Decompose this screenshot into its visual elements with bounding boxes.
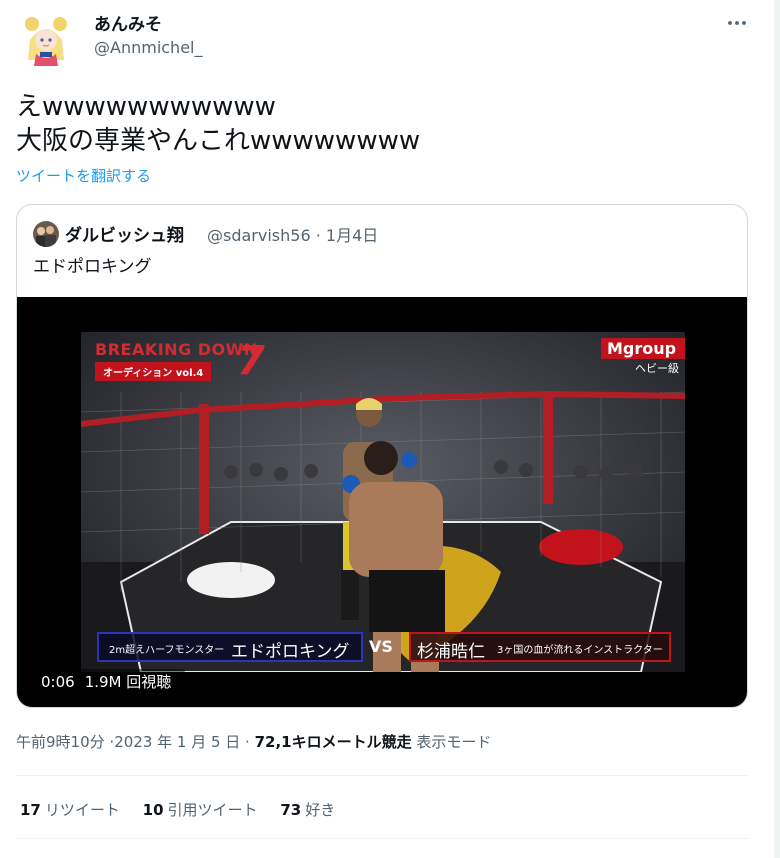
stat-label: リツイート: [44, 801, 120, 819]
avatar[interactable]: [20, 10, 72, 66]
tweet-time[interactable]: 午前9時10分: [16, 733, 105, 751]
meta-separator: ·: [315, 226, 321, 245]
fighter-left-name: エドポロキング: [231, 642, 350, 662]
stat-count: 73: [280, 801, 302, 819]
video-elapsed: 0:06: [41, 673, 75, 691]
stat-count: 17: [20, 801, 41, 819]
quoted-display-name[interactable]: ダルビッシュ翔: [65, 221, 184, 246]
video-frame[interactable]: BREAKING DOWN オーディション vol.4 7 Mgroup ヘビー…: [81, 332, 685, 672]
fight-cage-scene: [81, 332, 685, 672]
video-player[interactable]: BREAKING DOWN オーディション vol.4 7 Mgroup ヘビー…: [17, 297, 747, 707]
stat-count: 10: [142, 801, 164, 819]
quoted-date[interactable]: 1月4日: [326, 226, 378, 245]
like-count[interactable]: 73 好き: [280, 799, 335, 820]
fighter-left-desc: 2m超えハーフモンスター: [109, 645, 225, 656]
quote-tweet-count[interactable]: 10 引用ツイート: [143, 799, 258, 820]
tweet-line: 大阪の専業やんこれwwwwwwww: [16, 126, 421, 156]
author-display-name[interactable]: あんみそ: [94, 10, 162, 35]
video-views: 1.9M 回視聴: [84, 673, 172, 691]
breaking-down-logo: BREAKING DOWN オーディション vol.4 7: [95, 338, 265, 384]
quoted-tweet-card[interactable]: ダルビッシュ翔 @sdarvish56 · 1月4日 エドポロキング BREAK…: [16, 204, 748, 708]
fighter-right-desc: 3ヶ国の血が流れるインストラクター: [497, 645, 663, 656]
sponsor-logo: Mgroup: [601, 338, 685, 359]
divider: [16, 838, 748, 839]
quoted-handle[interactable]: @sdarvish56: [207, 226, 311, 245]
fighter-right-caption: 杉浦晧仁 3ヶ国の血が流れるインストラクター: [409, 632, 671, 662]
stat-label: 好き: [305, 801, 336, 819]
anime-character-avatar-icon: [20, 10, 72, 66]
show-title: BREAKING DOWN: [95, 340, 258, 359]
group-photo-avatar-icon: [33, 221, 59, 247]
divider: [16, 775, 748, 776]
quoted-avatar[interactable]: [33, 221, 59, 247]
translate-tweet-link[interactable]: ツイートを翻訳する: [16, 165, 151, 186]
tweet-source: 72,1キロメートル競走: [254, 733, 412, 751]
engagement-stats: 17 リツイート 10 引用ツイート 73 好き: [20, 799, 353, 820]
scrollbar-track[interactable]: [774, 0, 780, 858]
tweet-line: えwwwwwwwwwww: [16, 92, 276, 122]
sponsor-badge: Mgroup ヘビー級: [601, 338, 685, 376]
show-number: 7: [237, 338, 265, 384]
tweet-meta: 午前9時10分 ·2023 年 1 月 5 日 · 72,1キロメートル競走 表…: [16, 731, 491, 752]
author-handle[interactable]: @Annmichel_: [94, 38, 202, 57]
more-options-icon[interactable]: [724, 10, 750, 36]
matchup-lower-third: 2m超えハーフモンスター エドポロキング VS 杉浦晧仁 3ヶ国の血が流れるイン…: [97, 632, 671, 662]
weight-class-label: ヘビー級: [635, 362, 679, 375]
retweet-count[interactable]: 17 リツイート: [20, 799, 120, 820]
vs-label: VS: [369, 637, 393, 656]
quoted-text: エドポロキング: [33, 257, 152, 277]
show-subtitle: オーディション vol.4: [95, 362, 212, 381]
fighter-right-name: 杉浦晧仁: [417, 642, 485, 662]
stat-label: 引用ツイート: [167, 801, 258, 819]
tweet-text: えwwwwwwwwwww 大阪の専業やんこれwwwwwwww: [16, 90, 756, 158]
quoted-meta: @sdarvish56 · 1月4日: [207, 222, 378, 246]
fighter-left-caption: 2m超えハーフモンスター エドポロキング: [97, 632, 363, 662]
video-counter: 0:06 1.9M 回視聴: [37, 669, 186, 694]
tweet-date[interactable]: ·2023 年 1 月 5 日 ·: [109, 733, 249, 751]
view-mode[interactable]: 表示モード: [416, 733, 491, 751]
